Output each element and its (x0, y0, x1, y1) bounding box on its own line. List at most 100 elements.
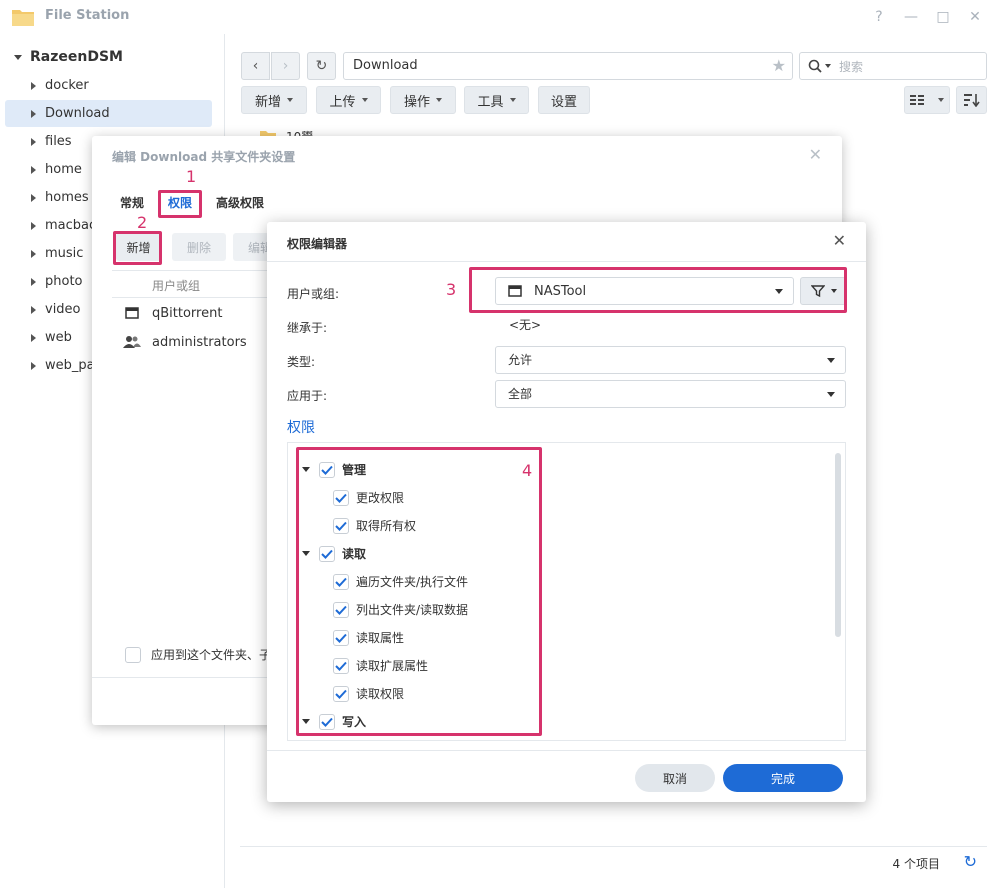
item-count: 4 个项目 (892, 857, 940, 871)
create-button-label: 新增 (254, 94, 281, 110)
apply-to-label: 应用于: (287, 389, 328, 403)
refresh-button[interactable]: ↻ (307, 52, 336, 80)
sort-icon (963, 94, 980, 107)
sidebar-item-docker[interactable]: docker (5, 72, 212, 99)
chevron-right-icon: › (282, 58, 289, 74)
refresh-icon[interactable]: ↻ (964, 852, 977, 871)
window-titlebar: File Station ? — □ ✕ (0, 0, 994, 34)
chevron-down-icon (827, 392, 835, 397)
view-mode-button[interactable] (904, 86, 950, 114)
sidebar-item-label: web_pa (45, 358, 95, 373)
annotation-box-4 (296, 447, 542, 736)
scrollbar[interactable] (835, 453, 841, 637)
checkbox[interactable] (125, 646, 141, 663)
search-input[interactable]: 搜索 (799, 52, 987, 80)
cancel-button[interactable]: 取消 (635, 764, 715, 792)
forward-button[interactable]: › (271, 52, 300, 80)
upload-button-label: 上传 (329, 94, 356, 110)
chevron-right-icon (31, 137, 36, 146)
chevron-right-icon (31, 221, 36, 230)
minimize-icon[interactable]: — (900, 6, 922, 28)
sort-button[interactable] (956, 86, 987, 114)
chevron-right-icon (31, 361, 36, 370)
action-button[interactable]: 操作 (390, 86, 456, 114)
chevron-down-icon (436, 98, 442, 102)
settings-button-label: 设置 (550, 94, 577, 110)
type-label: 类型: (287, 355, 316, 369)
chevron-right-icon (31, 277, 36, 286)
chevron-right-icon (31, 333, 36, 342)
user-or-group-label: 用户或组: (287, 287, 340, 301)
window-icon (122, 307, 142, 319)
chevron-right-icon (31, 165, 36, 174)
sidebar-item-label: docker (45, 78, 89, 93)
type-select[interactable]: 允许 (495, 346, 846, 374)
inherit-label: 继承于: (287, 321, 328, 335)
type-value: 允许 (508, 353, 533, 367)
inherit-value: <无> (509, 318, 542, 332)
user-group-icon (122, 335, 142, 349)
dialog-title: 编辑 Download 共享文件夹设置 (112, 150, 296, 164)
done-button[interactable]: 完成 (723, 764, 843, 792)
chevron-down-icon (287, 98, 293, 102)
sidebar-item-label: music (45, 246, 84, 261)
close-icon[interactable]: ✕ (833, 231, 846, 250)
column-header-user: 用户或组 (152, 279, 201, 293)
chevron-right-icon (31, 305, 36, 314)
chevron-right-icon (31, 81, 36, 90)
sidebar-item-label: video (45, 302, 81, 317)
divider (267, 261, 866, 262)
apply-to-select[interactable]: 全部 (495, 380, 846, 408)
close-icon[interactable]: ✕ (964, 6, 986, 28)
apply-to-subfolders-checkbox[interactable]: 应用到这个文件夹、子 (115, 646, 271, 663)
upload-button[interactable]: 上传 (316, 86, 381, 114)
chevron-right-icon (31, 249, 36, 258)
sidebar-item-label: files (45, 134, 72, 149)
action-button-label: 操作 (403, 94, 430, 110)
annotation-number-1: 1 (186, 167, 197, 186)
refresh-icon: ↻ (315, 58, 328, 74)
statusbar: 4 个项目 ↻ (240, 846, 987, 876)
sidebar-item-label: macbac (45, 218, 97, 233)
chevron-down-icon (825, 64, 831, 68)
tab-general[interactable]: 常规 (120, 194, 144, 211)
chevron-down-icon (509, 98, 516, 102)
path-field[interactable]: Download ★ (343, 52, 793, 80)
annotation-number-2: 2 (137, 213, 148, 232)
list-view-icon (910, 95, 924, 105)
create-button[interactable]: 新增 (241, 86, 307, 114)
chevron-down-icon (361, 98, 368, 102)
delete-permission-button[interactable]: 删除 (172, 233, 226, 261)
annotation-number-3: 3 (446, 280, 457, 299)
folder-icon (12, 10, 34, 26)
tree-root-label: RazeenDSM (30, 49, 123, 65)
annotation-box-2 (113, 231, 162, 265)
chevron-right-icon (31, 109, 36, 118)
back-button[interactable]: ‹ (241, 52, 270, 80)
sidebar-item-label: home (45, 162, 82, 177)
sidebar-item-label: homes (45, 190, 89, 205)
annotation-box-1 (158, 190, 202, 218)
sidebar-item-label: photo (45, 274, 83, 289)
tree-root[interactable]: RazeenDSM (14, 49, 123, 65)
annotation-box-3 (469, 267, 847, 313)
sidebar-item-label: Download (45, 106, 110, 121)
tab-advanced-permissions[interactable]: 高级权限 (216, 194, 264, 211)
chevron-right-icon (31, 193, 36, 202)
chevron-left-icon: ‹ (252, 58, 259, 74)
tools-button[interactable]: 工具 (464, 86, 529, 114)
chevron-down-icon (14, 54, 22, 60)
star-icon[interactable]: ★ (772, 53, 786, 79)
search-placeholder: 搜索 (839, 59, 864, 74)
sidebar-item-download[interactable]: Download (5, 100, 212, 127)
search-icon (808, 59, 822, 73)
permissions-section-title: 权限 (287, 420, 315, 436)
annotation-number-4: 4 (522, 461, 533, 480)
sidebar-item-label: web (45, 330, 72, 345)
apply-to-value: 全部 (508, 387, 533, 401)
settings-button[interactable]: 设置 (538, 86, 590, 114)
help-icon[interactable]: ? (868, 6, 890, 28)
close-icon[interactable]: ✕ (809, 145, 822, 164)
maximize-icon[interactable]: □ (932, 6, 954, 28)
apply-label: 应用到这个文件夹、子 (151, 648, 272, 662)
